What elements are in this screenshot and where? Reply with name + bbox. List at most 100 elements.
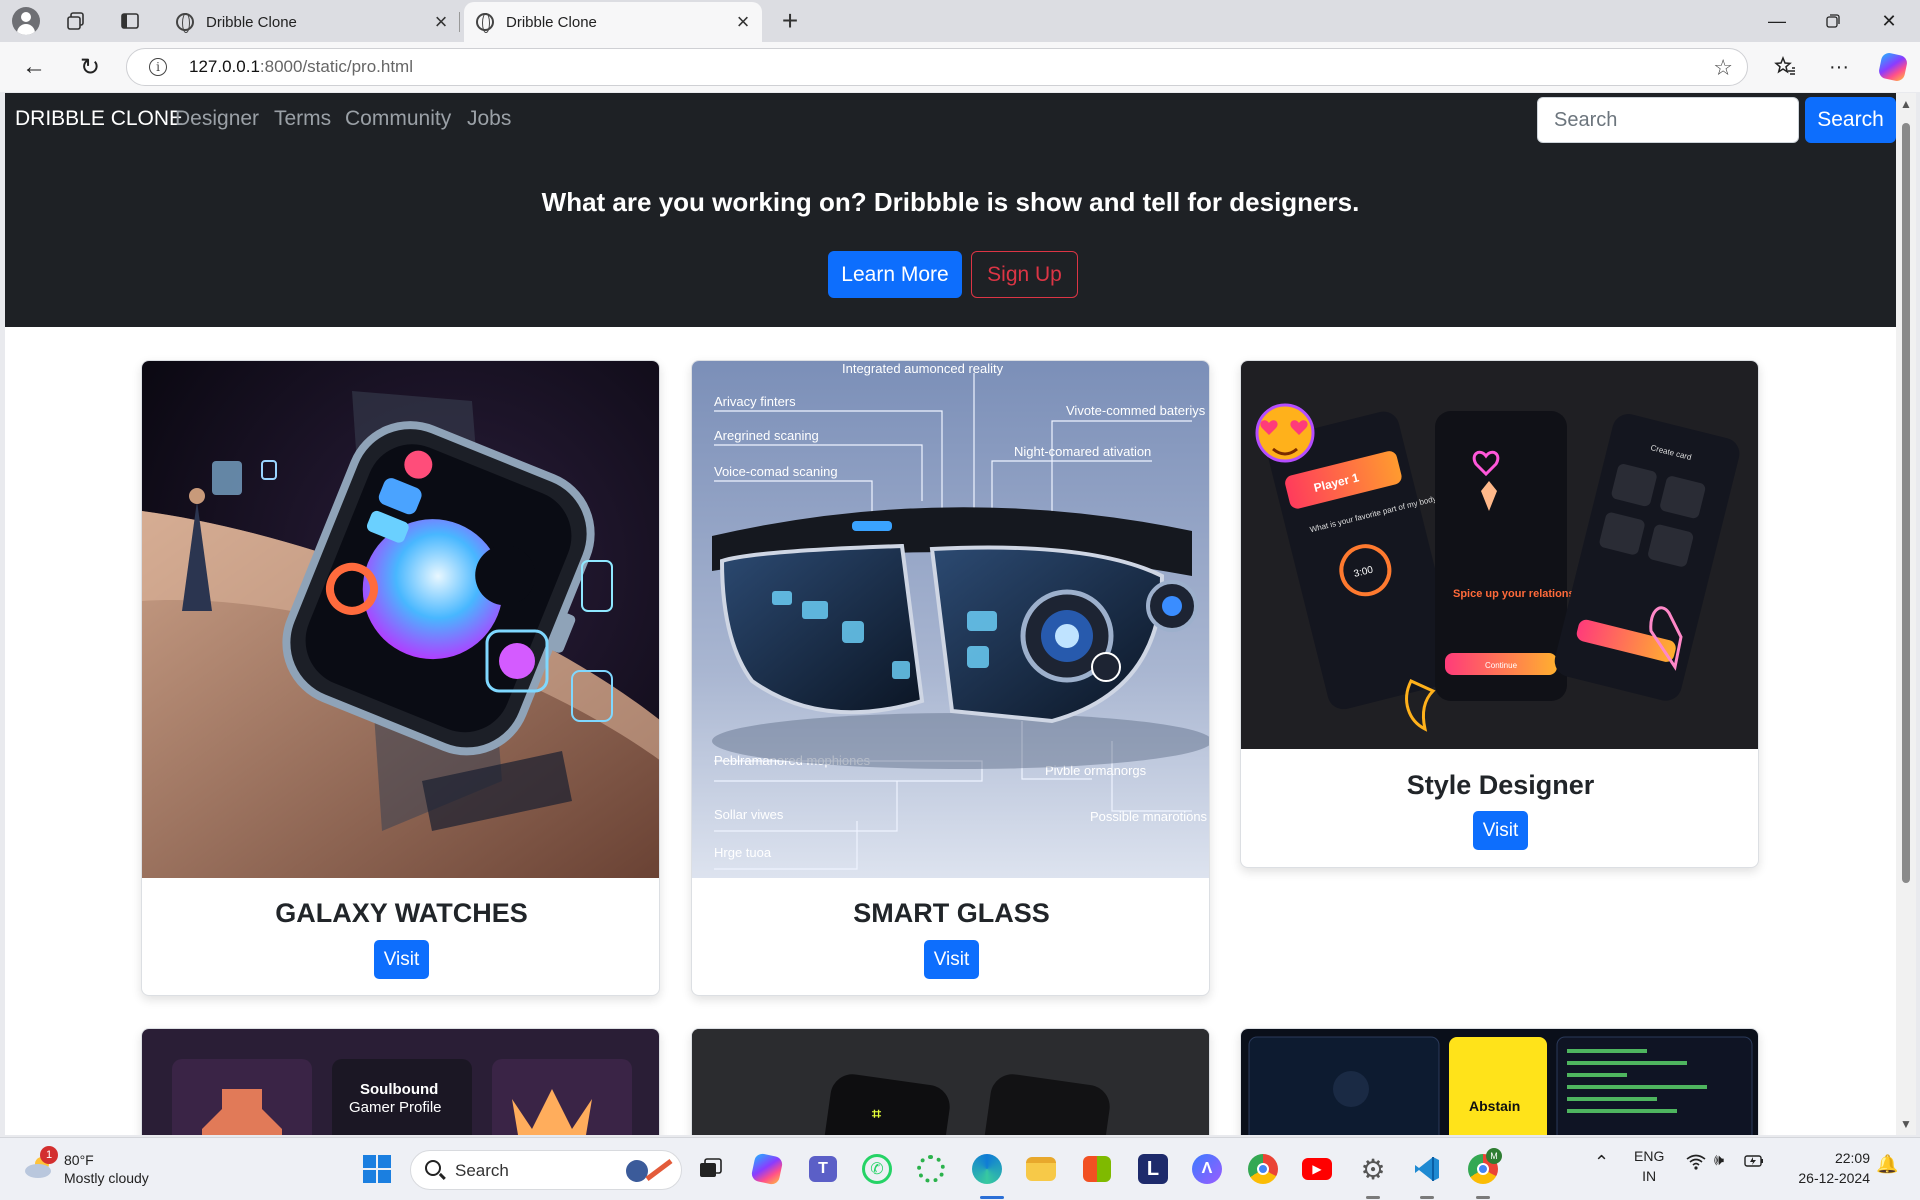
site-navbar: DRIBBLE CLONE Designer Terms Community J… xyxy=(5,93,1896,145)
dark-phones-image: ⌗ xyxy=(692,1029,1209,1135)
galaxy-watch-image xyxy=(142,361,659,878)
clock-date: 26-12-2024 xyxy=(1798,1170,1870,1186)
taskbar-search[interactable]: Search xyxy=(410,1150,682,1190)
restore-icon[interactable] xyxy=(1806,4,1860,38)
weather-temp: 80°F xyxy=(64,1152,94,1168)
nav-link-jobs[interactable]: Jobs xyxy=(467,107,511,131)
vscode-icon[interactable] xyxy=(1410,1152,1444,1186)
weather-widget[interactable]: 1 80°F Mostly cloudy xyxy=(20,1146,180,1190)
visit-button[interactable]: Visit xyxy=(1473,811,1528,850)
page-viewport: DRIBBLE CLONE Designer Terms Community J… xyxy=(5,93,1896,1135)
weather-condition: Mostly cloudy xyxy=(64,1170,149,1186)
language-code: ENG xyxy=(1634,1148,1665,1164)
favorite-star-icon[interactable]: ☆ xyxy=(1713,55,1733,81)
soulbound-image: Soulbound Gamer Profile xyxy=(142,1029,659,1135)
tab-actions-icon[interactable] xyxy=(116,7,144,35)
site-brand[interactable]: DRIBBLE CLONE xyxy=(15,107,183,131)
settings-icon[interactable]: ⚙ xyxy=(1356,1152,1390,1186)
teams-icon[interactable]: T xyxy=(806,1152,840,1186)
profile-icon[interactable] xyxy=(12,7,40,35)
battery-icon[interactable] xyxy=(1744,1154,1764,1171)
page-scrollbar[interactable]: ▲ ▼ xyxy=(1896,93,1916,1135)
svg-text:⌗: ⌗ xyxy=(871,1106,882,1123)
glass-label: Voice-comad scaning xyxy=(714,464,838,479)
card-title: Style Designer xyxy=(1406,770,1595,800)
glass-label: Possible mnarotions xyxy=(1090,809,1208,824)
url-field[interactable]: i 127.0.0.1:8000/static/pro.html ☆ xyxy=(126,48,1748,86)
hero-section: What are you working on? Dribbble is sho… xyxy=(5,145,1896,327)
start-icon[interactable] xyxy=(360,1152,394,1186)
task-view-icon[interactable] xyxy=(694,1152,728,1186)
tab-title: Dribble Clone xyxy=(206,13,297,31)
more-menu-icon[interactable]: ··· xyxy=(1824,52,1854,82)
a-app-icon[interactable]: Λ xyxy=(1190,1152,1224,1186)
nav-link-terms[interactable]: Terms xyxy=(274,107,331,131)
language-indicator[interactable]: ENG IN xyxy=(1634,1146,1664,1186)
whatsapp-icon[interactable]: ✆ xyxy=(860,1152,894,1186)
learn-more-button[interactable]: Learn More xyxy=(828,251,962,298)
scroll-down-icon[interactable]: ▼ xyxy=(1900,1117,1912,1131)
scrollbar-thumb[interactable] xyxy=(1902,123,1910,883)
globe-icon xyxy=(476,13,494,33)
workspaces-icon[interactable] xyxy=(62,7,90,35)
clock-time: 22:09 xyxy=(1834,1150,1870,1166)
close-tab-icon[interactable]: × xyxy=(428,9,454,35)
globe-icon xyxy=(176,13,194,33)
refresh-icon[interactable]: ↻ xyxy=(74,51,106,83)
site-info-icon[interactable]: i xyxy=(149,58,167,76)
clock[interactable]: 22:09 26-12-2024 xyxy=(1786,1148,1870,1188)
store-icon[interactable] xyxy=(1080,1152,1114,1186)
edge-icon[interactable] xyxy=(970,1152,1004,1186)
volume-icon[interactable]: 🕪 xyxy=(1714,1152,1724,1170)
search-icon xyxy=(425,1160,441,1176)
card-dark-phones: ⌗ xyxy=(691,1028,1210,1135)
tray-overflow-icon[interactable]: ⌃ xyxy=(1594,1152,1609,1173)
card-galaxy-watches: GALAXY WATCHES Visit xyxy=(141,360,660,996)
new-tab-icon[interactable]: + xyxy=(776,5,804,36)
loading-ring-icon[interactable] xyxy=(914,1152,948,1186)
copilot-icon[interactable] xyxy=(1877,51,1909,83)
site-search-button[interactable]: Search xyxy=(1805,97,1896,143)
wifi-icon[interactable] xyxy=(1686,1154,1706,1175)
site-search-input[interactable] xyxy=(1537,97,1799,143)
glass-label: Night-comared ativation xyxy=(1014,444,1151,459)
nav-link-designer[interactable]: Designer xyxy=(175,107,259,131)
nav-link-community[interactable]: Community xyxy=(345,107,451,131)
region-code: IN xyxy=(1642,1168,1657,1184)
scroll-up-icon[interactable]: ▲ xyxy=(1900,97,1912,111)
close-tab-icon[interactable]: × xyxy=(730,9,756,35)
card-title: SMART GLASS xyxy=(853,898,1050,928)
glass-label: Hrge tuoa xyxy=(714,845,772,860)
taskbar-search-label: Search xyxy=(455,1161,509,1180)
hero-title: What are you working on? Dribbble is sho… xyxy=(541,187,1360,217)
tile-label: Gamer Profile xyxy=(349,1099,442,1116)
visit-button[interactable]: Visit xyxy=(924,940,979,979)
chrome-profile-icon[interactable]: M xyxy=(1466,1148,1502,1186)
vscode-running-indicator xyxy=(1420,1196,1434,1199)
visit-button[interactable]: Visit xyxy=(374,940,429,979)
card-title: GALAXY WATCHES xyxy=(275,898,528,928)
glass-label: Aregrined scaning xyxy=(714,428,819,443)
address-bar-row: ← ↻ i 127.0.0.1:8000/static/pro.html ☆ ·… xyxy=(0,42,1920,92)
chrome-icon[interactable] xyxy=(1246,1152,1280,1186)
favorites-icon[interactable] xyxy=(1770,52,1800,82)
l-app-icon[interactable]: L xyxy=(1136,1152,1170,1186)
sign-up-button[interactable]: Sign Up xyxy=(971,251,1078,298)
notification-bell-icon[interactable]: 🔔 xyxy=(1876,1154,1898,1175)
tab-dribble-clone-1[interactable]: Dribble Clone × xyxy=(164,2,460,42)
card-soulbound: Soulbound Gamer Profile xyxy=(141,1028,660,1135)
file-explorer-icon[interactable] xyxy=(1024,1152,1058,1186)
minimize-icon[interactable]: — xyxy=(1750,4,1804,38)
close-window-icon[interactable]: ✕ xyxy=(1862,4,1916,38)
back-icon[interactable]: ← xyxy=(18,51,50,83)
chrome-running-indicator xyxy=(1476,1196,1490,1199)
glass-label: Arivacy finters xyxy=(714,394,796,409)
tab-dribble-clone-2[interactable]: Dribble Clone × xyxy=(464,2,762,42)
windows-taskbar: 1 80°F Mostly cloudy Search T ✆ L Λ ▶ ⚙ … xyxy=(0,1137,1920,1200)
search-highlight-icon xyxy=(626,1159,673,1182)
smart-glass-image: Integrated aumonced reality Arivacy fint… xyxy=(692,361,1209,878)
copilot-app-icon[interactable] xyxy=(750,1152,784,1186)
youtube-icon[interactable]: ▶ xyxy=(1300,1152,1334,1186)
tile-label: Soulbound xyxy=(360,1081,438,1098)
style-label: Continue xyxy=(1485,661,1518,670)
